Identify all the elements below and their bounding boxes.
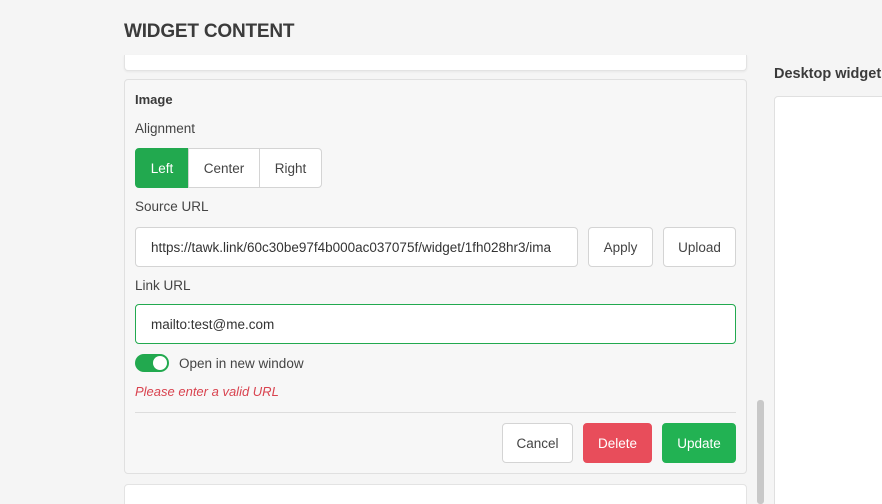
preview-title: Desktop widget (774, 66, 882, 82)
image-content-card: Image Alignment Left Center Right Source… (124, 79, 747, 474)
open-new-window-label: Open in new window (179, 356, 304, 371)
link-url-label: Link URL (135, 278, 191, 293)
scrollbar[interactable] (757, 400, 764, 504)
divider (135, 412, 736, 413)
align-right-button[interactable]: Right (259, 148, 322, 188)
align-center-button[interactable]: Center (188, 148, 260, 188)
preview-panel (774, 96, 882, 504)
alignment-selector: Left Center Right (135, 148, 322, 188)
toggle-knob (153, 356, 167, 370)
apply-button[interactable]: Apply (588, 227, 653, 267)
upload-button[interactable]: Upload (663, 227, 736, 267)
source-url-label: Source URL (135, 199, 209, 214)
align-left-button[interactable]: Left (135, 148, 189, 188)
page-title: WIDGET CONTENT (124, 21, 295, 42)
validation-error: Please enter a valid URL (135, 384, 279, 399)
previous-content-card (124, 55, 747, 71)
section-title: Image (135, 92, 173, 107)
source-url-input[interactable]: https://tawk.link/60c30be97f4b000ac03707… (135, 227, 578, 267)
open-new-window-toggle[interactable] (135, 354, 169, 372)
update-button[interactable]: Update (662, 423, 736, 463)
link-url-input[interactable]: mailto:test@me.com (135, 304, 736, 344)
alignment-label: Alignment (135, 121, 196, 136)
cancel-button[interactable]: Cancel (502, 423, 573, 463)
delete-button[interactable]: Delete (583, 423, 652, 463)
next-content-card (124, 484, 747, 504)
